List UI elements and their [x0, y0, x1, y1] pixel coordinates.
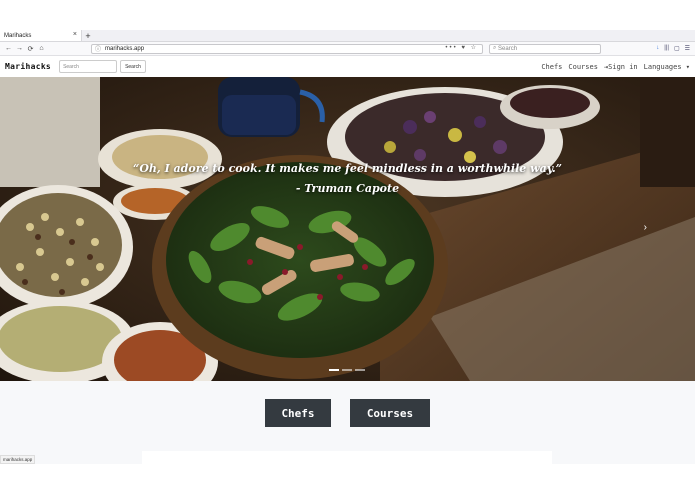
- hero-carousel: “Oh, I adore to cook. It makes me feel m…: [0, 77, 695, 381]
- home-icon[interactable]: ⌂: [36, 43, 47, 54]
- url-bar[interactable]: ⓘ marihacks.app ••• ♥ ☆: [91, 43, 483, 54]
- site-header: Marihacks Search Search Chefs Courses ⇥S…: [0, 56, 695, 77]
- browser-search-placeholder: Search: [498, 45, 518, 52]
- browser-tab[interactable]: Marihacks ×: [0, 30, 82, 41]
- courses-button[interactable]: Courses: [350, 399, 430, 427]
- site-search-button[interactable]: Search: [120, 60, 146, 73]
- menu-icon[interactable]: ☰: [685, 45, 690, 52]
- sidebar-icon[interactable]: ▢: [674, 45, 680, 52]
- browser-toolbar-icons: ↓ ||| ▢ ☰: [656, 45, 692, 52]
- main-content: Chefs Courses marihacks.app: [0, 381, 695, 464]
- new-tab-button[interactable]: +: [82, 30, 94, 41]
- site-logo[interactable]: Marihacks: [5, 62, 51, 71]
- hero-food-image: [0, 77, 695, 381]
- forward-icon[interactable]: →: [14, 43, 25, 54]
- nav-courses-link[interactable]: Courses: [568, 63, 598, 71]
- carousel-indicator[interactable]: [342, 369, 352, 371]
- carousel-indicators: [329, 369, 365, 371]
- browser-search-input[interactable]: ⌕ Search: [489, 43, 601, 54]
- browser-navbar: ← → ⟳ ⌂ ⓘ marihacks.app ••• ♥ ☆ ⌕ Search…: [0, 42, 695, 56]
- carousel-indicator[interactable]: [355, 369, 365, 371]
- nav-chefs-link[interactable]: Chefs: [541, 63, 562, 71]
- browser-tabstrip: Marihacks × +: [0, 30, 695, 42]
- library-icon[interactable]: |||: [664, 45, 669, 52]
- site-search-input[interactable]: Search: [59, 60, 118, 73]
- url-text: marihacks.app: [105, 45, 145, 52]
- carousel-indicator[interactable]: [329, 369, 339, 371]
- url-actions-icon[interactable]: ••• ♥ ☆: [445, 44, 478, 51]
- chevron-right-icon[interactable]: ›: [644, 222, 647, 233]
- content-card: [142, 451, 552, 464]
- back-icon[interactable]: ←: [3, 43, 14, 54]
- quote-text: “Oh, I adore to cook. It makes me feel m…: [133, 162, 562, 175]
- hero-quote: “Oh, I adore to cook. It makes me feel m…: [0, 159, 695, 199]
- nav-languages-dropdown[interactable]: Languages ▾: [644, 63, 690, 71]
- status-bar: marihacks.app: [0, 455, 36, 464]
- tab-title: Marihacks: [4, 32, 32, 39]
- nav-signin-link[interactable]: ⇥Sign in: [604, 63, 638, 71]
- reload-icon[interactable]: ⟳: [25, 43, 36, 54]
- close-icon[interactable]: ×: [73, 31, 77, 38]
- downloads-icon[interactable]: ↓: [656, 45, 659, 52]
- quote-author: - Truman Capote: [295, 182, 400, 195]
- top-margin: [0, 0, 695, 30]
- site-nav: Chefs Courses ⇥Sign in Languages ▾: [541, 63, 690, 71]
- page-info-icon[interactable]: ⓘ: [95, 44, 101, 53]
- chefs-button[interactable]: Chefs: [265, 399, 331, 427]
